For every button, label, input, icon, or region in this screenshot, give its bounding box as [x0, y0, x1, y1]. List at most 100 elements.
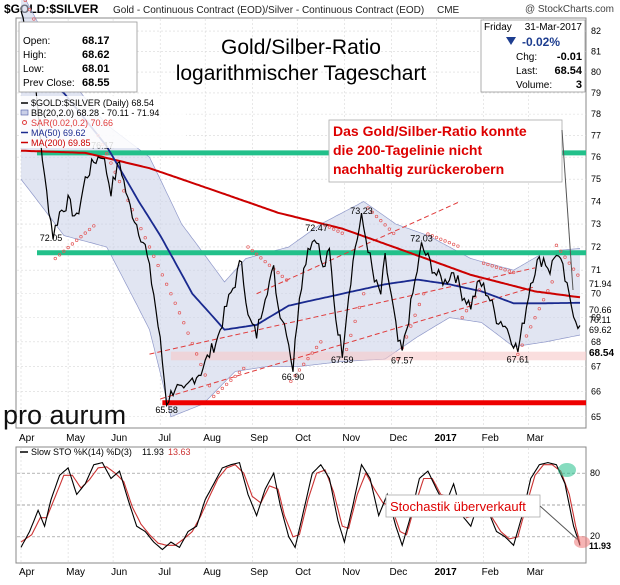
stoch-legend-label: Slow STO %K(14) %D(3)	[31, 447, 132, 457]
stoch-x-axis: Apr May Jun Jul Aug Sep Oct Nov Dec 2017 Feb Mar	[19, 567, 544, 578]
peak-value-label: 67.61	[507, 354, 530, 364]
price-x-tick: Apr	[19, 433, 35, 444]
sar-point	[70, 242, 75, 246]
stoch-legend: Slow STO %K(14) %D(3) 11.93 13.63	[20, 447, 191, 457]
sar-point	[229, 378, 233, 383]
right-value-label-last: 68.54	[589, 348, 614, 359]
sar-point	[443, 239, 447, 243]
chart-title-line1: Gold/Silber-Ratio	[221, 36, 381, 59]
date-label: 31-Mar-2017	[525, 22, 583, 33]
sar-point	[237, 370, 242, 375]
prev-close-value: 68.55	[82, 77, 110, 89]
sar-point	[233, 374, 237, 379]
legend-item: BB(20,2.0) 68.28 - 70.11 - 71.94	[31, 108, 159, 118]
price-y-tick: 76	[591, 152, 601, 162]
peak-value-label: 72.05	[40, 233, 63, 243]
price-x-tick: Mar	[527, 433, 545, 444]
sar-point	[75, 238, 79, 242]
high-label: High:	[23, 50, 46, 61]
price-y-tick: 65	[591, 412, 601, 422]
stoch-x-tick: Dec	[390, 567, 408, 578]
sar-point	[53, 256, 57, 261]
stoch-right-label: 11.93	[589, 541, 611, 551]
annotation-main-line3: nachhaltig zurückerobern	[333, 161, 504, 177]
last-label: Last:	[516, 66, 538, 77]
high-value: 68.62	[82, 49, 110, 61]
last-value: 68.54	[554, 65, 582, 77]
stoch-legend-k: 11.93	[142, 447, 164, 457]
price-x-tick: Nov	[342, 433, 360, 444]
price-y-axis: 656667686970717273747576777879808182	[591, 26, 601, 422]
right-quote-box: Friday 31-Mar-2017 -0.02% Chg: -0.01 Las…	[480, 19, 586, 93]
open-value: 68.17	[82, 35, 110, 47]
stoch-x-tick: Mar	[527, 567, 545, 578]
legend-item: SAR(0.02,0.2) 70.66	[31, 118, 113, 128]
day-label: Friday	[484, 22, 512, 33]
sar-point	[554, 243, 559, 247]
peak-value-label: 66.90	[282, 372, 305, 382]
right-value-label: 70.66	[589, 305, 612, 315]
price-y-tick: 77	[591, 131, 601, 141]
price-y-tick: 66	[591, 386, 601, 396]
price-y-tick: 67	[591, 361, 601, 371]
price-y-tick: 74	[591, 196, 601, 206]
sar-point	[220, 386, 224, 391]
oversold-marker	[574, 536, 590, 548]
price-x-tick: Dec	[390, 433, 408, 444]
indicator-legend: $GOLD:$SILVER (Daily) 68.54 BB(20,2.0) 6…	[20, 96, 186, 148]
price-x-tick: Sep	[250, 433, 268, 444]
stoch-x-tick: Aug	[203, 567, 221, 578]
watermark-logo: pro aurum	[3, 400, 126, 430]
open-label: Open:	[23, 36, 50, 47]
sar-point	[224, 382, 229, 387]
legend-item: $GOLD:$SILVER (Daily) 68.54	[31, 98, 154, 108]
annotation-main-line2: die 200-Tagelinie nicht	[333, 142, 482, 158]
low-label: Low:	[23, 64, 44, 75]
right-value-label: 69.62	[589, 325, 612, 335]
stoch-x-tick: Feb	[482, 567, 500, 578]
volume-value: 3	[576, 79, 582, 91]
overbought-marker	[558, 463, 576, 477]
sar-point	[451, 242, 456, 247]
price-x-tick: Jun	[111, 433, 127, 444]
price-x-tick: Oct	[295, 433, 311, 444]
price-y-tick: 70	[591, 289, 601, 299]
price-x-tick: Aug	[203, 433, 221, 444]
stoch-x-tick: Apr	[19, 567, 35, 578]
stoch-x-tick: Nov	[342, 567, 360, 578]
volume-label: Volume:	[516, 80, 552, 91]
symbol-label: $GOLD:$SILVER	[4, 2, 99, 16]
price-x-tick: May	[66, 433, 85, 444]
annotation-stoch: Stochastik überverkauft	[385, 494, 579, 541]
price-y-tick: 80	[591, 67, 601, 77]
stoch-x-tick: Sep	[250, 567, 268, 578]
sar-point	[297, 368, 302, 372]
chart-canvas: $GOLD:$SILVER Gold - Continuous Contract…	[3, 0, 614, 578]
price-y-tick: 82	[591, 26, 601, 36]
stoch-tick-20: 20	[590, 531, 600, 541]
chart-root: $GOLD:$SILVER Gold - Continuous Contract…	[0, 0, 620, 580]
right-value-label: 70.11	[589, 315, 611, 325]
stoch-x-tick: 2017	[435, 567, 458, 578]
peak-value-label: 73.23	[350, 206, 373, 216]
stoch-x-tick: Oct	[295, 567, 311, 578]
chg-value: -0.01	[557, 51, 582, 63]
sar-point	[246, 245, 250, 249]
price-y-tick: 71	[591, 265, 601, 275]
legend-swatch	[20, 109, 29, 116]
price-y-tick: 72	[591, 242, 601, 252]
sar-point	[439, 237, 443, 241]
chg-label: Chg:	[516, 52, 537, 63]
sar-point	[447, 241, 452, 245]
price-y-tick: 75	[591, 174, 601, 184]
price-y-tick: 78	[591, 109, 601, 119]
annotation-main-line1: Das Gold/Silber-Ratio konnte	[333, 123, 527, 139]
price-x-tick: Jul	[158, 433, 171, 444]
price-y-tick: 68	[591, 337, 601, 347]
low-value: 68.01	[82, 63, 110, 75]
prev-close-label: Prev Close:	[23, 78, 75, 89]
stoch-x-tick: May	[66, 567, 85, 578]
price-y-tick: 79	[591, 88, 601, 98]
stoch-legend-d: 13.63	[168, 447, 191, 457]
copyright-label: @ StockCharts.com	[525, 4, 614, 15]
